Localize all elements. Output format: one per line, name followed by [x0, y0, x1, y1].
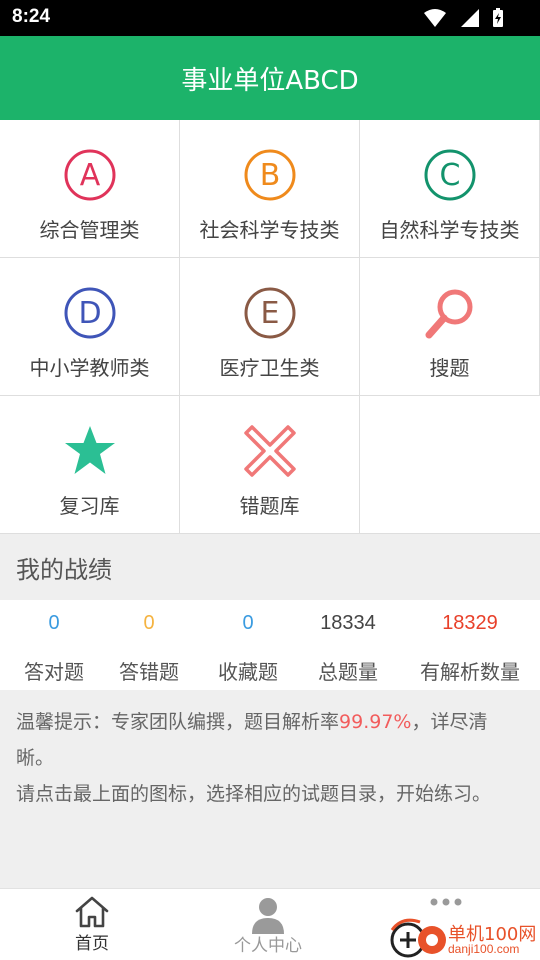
category-b-letter: B — [259, 158, 280, 193]
search-questions-label: 搜题 — [429, 356, 470, 380]
category-c-label: 自然科学专技类 — [379, 218, 520, 242]
category-grid: A 综合管理类 B 社会科学专技类 C 自然科学专技类 D 中小学教师类 E 医… — [0, 120, 540, 534]
category-d-button[interactable]: D 中小学教师类 — [0, 258, 180, 396]
status-bar: 8:24 — [0, 0, 540, 36]
tips-analysis-rate: 99.97% — [339, 711, 412, 733]
letter-e-circle-icon: E — [244, 287, 295, 339]
letter-b-circle-icon: B — [244, 149, 295, 201]
app-title-bar: 事业单位ABCD — [0, 36, 540, 120]
empty-grid-cell — [360, 396, 540, 534]
signal-icon — [460, 9, 479, 27]
star-icon — [64, 426, 115, 474]
status-time: 8:24 — [12, 6, 51, 27]
category-d-letter: D — [78, 296, 101, 331]
search-icon — [425, 289, 472, 339]
wrong-questions-bank-label: 错题库 — [239, 494, 300, 518]
cross-icon — [243, 425, 296, 477]
category-c-letter: C — [439, 158, 460, 193]
stat-total-value: 18334 — [320, 612, 376, 634]
tips-panel: 温馨提示：专家团队编撰，题目解析率99.97%，详尽清晰。 请点击最上面的图标，… — [0, 690, 540, 888]
stat-favorites-value: 0 — [242, 612, 254, 634]
tips-prefix: 温馨提示：专家团队编撰，题目解析率 — [16, 711, 340, 733]
nav-home-label: 首页 — [75, 934, 109, 954]
review-bank-label: 复习库 — [59, 494, 120, 518]
letter-c-circle-icon: C — [424, 149, 475, 201]
category-e-letter: E — [260, 296, 279, 331]
stat-correct[interactable]: 0 答对题 — [0, 600, 108, 690]
category-c-button[interactable]: C 自然科学专技类 — [360, 120, 540, 258]
category-e-button[interactable]: E 医疗卫生类 — [180, 258, 360, 396]
stat-favorites[interactable]: 0 收藏题 — [194, 600, 302, 690]
stat-wrong-value: 0 — [143, 612, 155, 634]
person-icon — [252, 898, 284, 934]
stats-row: 0 答对题 0 答错题 0 收藏题 18334 总题量 18329 有解析数量 — [0, 600, 540, 690]
stats-section-title: 我的战绩 — [16, 555, 112, 584]
letter-a-circle-icon: A — [64, 149, 115, 201]
wrong-questions-bank-button[interactable]: 错题库 — [180, 396, 360, 534]
page-title: 事业单位ABCD — [181, 65, 359, 96]
watermark-url: danji100.com — [448, 942, 520, 956]
category-b-button[interactable]: B 社会科学专技类 — [180, 120, 360, 258]
stat-with-analysis-value: 18329 — [442, 612, 498, 634]
search-questions-button[interactable]: 搜题 — [360, 258, 540, 396]
review-bank-button[interactable]: 复习库 — [0, 396, 180, 534]
status-icons — [416, 8, 504, 28]
wifi-icon — [423, 9, 446, 27]
stat-total: 18334 总题量 — [294, 600, 402, 690]
stat-correct-label: 答对题 — [24, 660, 84, 684]
category-d-label: 中小学教师类 — [29, 356, 150, 380]
nav-profile[interactable]: 个人中心 — [178, 889, 358, 960]
battery-icon — [493, 8, 503, 27]
category-b-label: 社会科学专技类 — [199, 218, 340, 242]
letter-d-circle-icon: D — [64, 287, 115, 339]
stat-wrong-label: 答错题 — [119, 660, 179, 684]
category-a-letter: A — [79, 158, 100, 193]
home-icon — [75, 896, 109, 928]
stat-total-label: 总题量 — [318, 660, 378, 684]
stats-section-header: 我的战绩 — [0, 534, 540, 600]
stat-favorites-label: 收藏题 — [218, 660, 278, 684]
stat-with-analysis: 18329 有解析数量 — [414, 600, 526, 690]
watermark-logo — [390, 918, 446, 958]
nav-profile-label: 个人中心 — [234, 936, 302, 956]
tips-line-2: 请点击最上面的图标，选择相应的试题目录，开始练习。 — [16, 783, 492, 805]
nav-home[interactable]: 首页 — [2, 889, 182, 960]
category-e-label: 医疗卫生类 — [219, 356, 320, 380]
category-a-label: 综合管理类 — [39, 218, 140, 242]
more-icon — [430, 898, 462, 906]
tips-line-1: 温馨提示：专家团队编撰，题目解析率99.97%，详尽清晰。 — [16, 704, 524, 776]
stat-with-analysis-label: 有解析数量 — [420, 660, 520, 684]
category-a-button[interactable]: A 综合管理类 — [0, 120, 180, 258]
watermark: 单机100网 danji100.com — [388, 916, 540, 960]
stat-wrong[interactable]: 0 答错题 — [95, 600, 203, 690]
stat-correct-value: 0 — [48, 612, 60, 634]
